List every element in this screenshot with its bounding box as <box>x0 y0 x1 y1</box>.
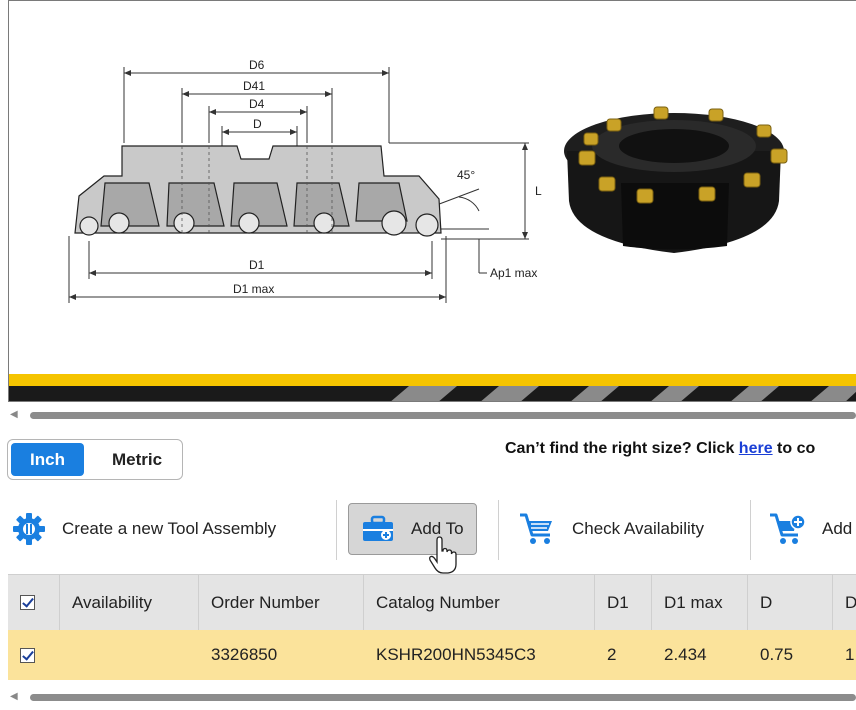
create-tool-assembly-button[interactable]: Create a new Tool Assembly <box>12 503 276 555</box>
column-header-d1[interactable]: D1 <box>595 575 652 630</box>
scrollbar-thumb[interactable] <box>30 412 856 419</box>
add-to-cart-button[interactable]: Add <box>768 503 852 555</box>
toolbox-add-icon <box>363 515 393 541</box>
scroll-left-icon[interactable]: ◀ <box>10 409 18 420</box>
cell-next: 1. <box>845 645 856 664</box>
row-checkbox[interactable] <box>20 647 35 663</box>
cell-d1: 2 <box>607 645 617 664</box>
dim-label-d: D <box>253 117 262 131</box>
cart-add-icon <box>770 513 806 544</box>
unit-toggle: Inch Metric <box>7 439 183 480</box>
scrollbar-thumb[interactable] <box>30 694 856 701</box>
dim-label-d6: D6 <box>249 58 265 72</box>
column-header-catalog-number[interactable]: Catalog Number <box>364 575 595 630</box>
add-to-cart-label: Add <box>822 519 853 538</box>
dim-label-d4: D4 <box>249 97 265 111</box>
cell-order-number: 3326850 <box>211 645 278 664</box>
results-table-header: Availability Order Number Catalog Number… <box>8 574 856 630</box>
select-all-checkbox[interactable] <box>20 595 35 610</box>
column-header-availability[interactable]: Availability <box>60 575 199 630</box>
column-header-d1-max[interactable]: D1 max <box>652 575 748 630</box>
dim-label-angle: 45° <box>457 168 475 182</box>
hand-cursor-icon <box>429 536 457 574</box>
scroll-left-icon[interactable]: ◀ <box>10 691 18 702</box>
column-header-next[interactable]: D <box>833 575 856 630</box>
toolbar-divider <box>336 500 337 560</box>
column-header-d[interactable]: D <box>748 575 833 630</box>
cart-check-icon <box>520 513 552 544</box>
toolbar-divider <box>750 500 751 560</box>
row-select-cell <box>8 630 60 680</box>
notice-prefix: Can’t find the right size? Click <box>505 440 739 457</box>
action-toolbar: Create a new Tool Assembly Add To Check … <box>8 500 856 574</box>
cell-availability <box>60 630 199 680</box>
toolbar-divider <box>498 500 499 560</box>
cell-d: 0.75 <box>760 645 794 664</box>
cant-find-size-notice: Can’t find the right size? Click here to… <box>505 440 815 458</box>
tool-technical-drawing: D6 D41 D4 D L 45° D1 D1 max Ap1 max <box>9 58 856 401</box>
cell-catalog-number: KSHR200HN5345C3 <box>376 645 536 664</box>
tool-drawing-viewer: D6 D41 D4 D L 45° D1 D1 max Ap1 max <box>8 0 856 402</box>
dim-label-d1-max: D1 max <box>233 282 274 296</box>
cell-d1-max: 2.434 <box>664 645 707 664</box>
here-link[interactable]: here <box>739 440 773 457</box>
create-tool-assembly-label: Create a new Tool Assembly <box>62 519 277 538</box>
gear-icon <box>13 513 45 545</box>
column-header-order-number[interactable]: Order Number <box>199 575 364 630</box>
select-all-cell <box>8 575 60 630</box>
dim-label-d41: D41 <box>243 79 265 93</box>
table-row[interactable]: 3326850 KSHR200HN5345C3 2 2.434 0.75 1. <box>8 630 856 680</box>
inch-button[interactable]: Inch <box>11 443 84 476</box>
dim-label-d1: D1 <box>249 258 265 272</box>
check-availability-label: Check Availability <box>572 519 704 538</box>
notice-suffix: to co <box>772 440 816 457</box>
check-availability-button[interactable]: Check Availability <box>518 503 704 555</box>
table-horizontal-scrollbar[interactable]: ◀ <box>8 690 856 704</box>
dim-label-l: L <box>535 184 542 198</box>
drawing-horizontal-scrollbar[interactable]: ◀ <box>8 408 856 422</box>
metric-button[interactable]: Metric <box>96 443 178 476</box>
dim-label-ap1-max: Ap1 max <box>490 266 537 280</box>
